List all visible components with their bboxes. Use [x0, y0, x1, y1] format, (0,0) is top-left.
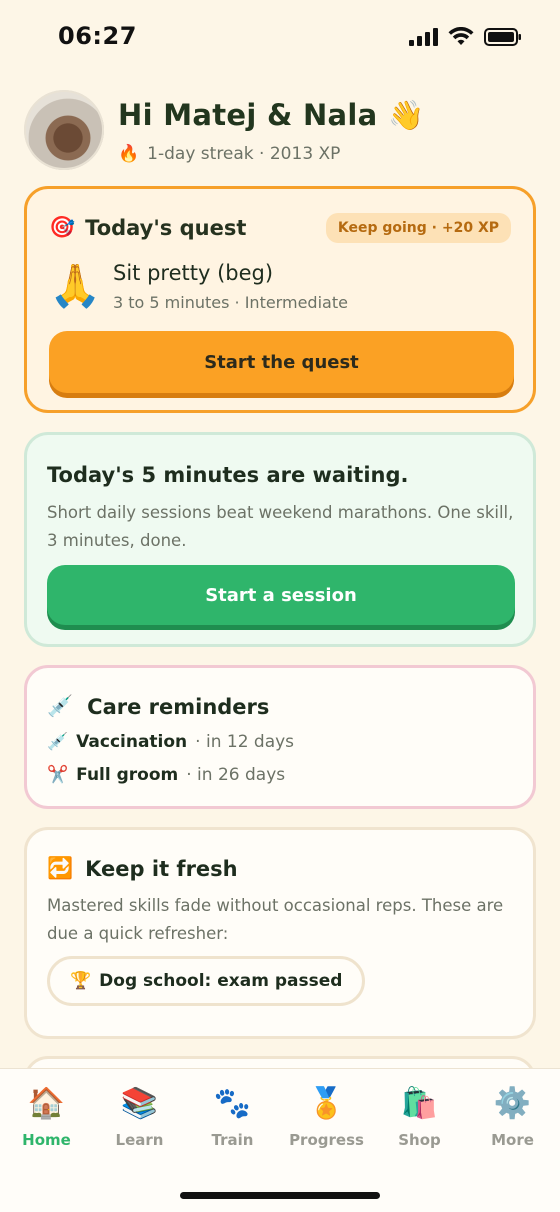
xp-badge: Keep going · +20 XP: [325, 213, 511, 243]
status-time: 06:27: [58, 22, 137, 50]
streak-line: 🔥 1-day streak · 2013 XP: [118, 144, 340, 164]
care-item-due: · in 12 days: [195, 732, 295, 752]
house-icon: 🏠: [27, 1086, 66, 1121]
syringe-icon: 💉: [47, 732, 69, 752]
repeat-icon: 🔁: [47, 856, 74, 880]
wifi-icon: [448, 27, 474, 45]
cellular-signal-icon: [409, 28, 438, 46]
trophy-icon: 🏆: [70, 971, 92, 991]
syringe-icon: 💉: [47, 694, 74, 718]
profile-header: Hi Matej & Nala 👋 🔥 1-day streak · 2013 …: [24, 90, 536, 172]
tab-label: Shop: [398, 1131, 441, 1149]
session-title: Today's 5 minutes are waiting.: [47, 463, 409, 487]
bottom-tab-bar: 🏠 Home 📚 Learn 🐾 Train 🏅 Progress 🛍️ Sho…: [0, 1068, 560, 1212]
session-description: Short daily sessions beat weekend marath…: [47, 503, 514, 550]
greeting: Hi Matej & Nala 👋: [118, 98, 424, 133]
target-icon: 🎯: [49, 215, 76, 239]
session-card: Today's 5 minutes are waiting. Short dai…: [24, 432, 536, 647]
home-indicator[interactable]: [180, 1192, 380, 1199]
status-bar: 06:27: [0, 0, 560, 76]
care-item-name: Full groom: [76, 765, 179, 785]
status-icons: [409, 27, 522, 47]
refresher-skill-pill[interactable]: 🏆 Dog school: exam passed: [47, 956, 366, 1006]
streak-text: 1-day streak · 2013 XP: [147, 144, 341, 164]
tab-progress[interactable]: 🏅 Progress: [280, 1085, 373, 1149]
quest-heading: Today's quest: [85, 215, 247, 240]
tab-label: Home: [22, 1131, 71, 1149]
gear-icon: ⚙️: [493, 1086, 532, 1121]
quest-meta: 3 to 5 minutes · Intermediate: [113, 293, 348, 312]
tab-shop[interactable]: 🛍️ Shop: [373, 1085, 466, 1149]
scissors-icon: ✂️: [47, 765, 69, 785]
tab-label: More: [491, 1131, 534, 1149]
screen: 06:27 Hi Matej & Nala 👋 🔥 1-day streak ·…: [0, 0, 560, 1212]
tab-home[interactable]: 🏠 Home: [0, 1085, 93, 1149]
care-heading: Care reminders: [87, 694, 270, 719]
start-session-button[interactable]: Start a session: [47, 565, 515, 625]
fresh-heading: Keep it fresh: [85, 856, 238, 881]
keep-it-fresh-card: 🔁 Keep it fresh Mastered skills fade wit…: [24, 827, 536, 1039]
start-quest-button[interactable]: Start the quest: [49, 331, 514, 393]
books-icon: 📚: [120, 1086, 159, 1121]
todays-quest-card: 🎯 Today's quest Keep going · +20 XP 🙏 Si…: [24, 186, 536, 413]
quest-skill-title: Sit pretty (beg): [113, 261, 274, 285]
fresh-description: Mastered skills fade without occasional …: [47, 896, 504, 943]
tab-label: Learn: [115, 1131, 164, 1149]
care-item-name: Vaccination: [76, 732, 188, 752]
care-item-due: · in 26 days: [186, 765, 286, 785]
tab-train[interactable]: 🐾 Train: [186, 1085, 279, 1149]
fire-icon: 🔥: [118, 144, 140, 164]
battery-icon: [484, 28, 521, 46]
tab-label: Train: [211, 1131, 254, 1149]
care-item-vaccination[interactable]: 💉 Vaccination · in 12 days: [47, 732, 294, 752]
avatar[interactable]: [24, 90, 104, 170]
quest-header: 🎯 Today's quest: [49, 215, 246, 240]
medal-icon: 🏅: [307, 1086, 346, 1121]
waving-hand-icon: 👋: [387, 98, 425, 132]
greeting-text: Hi Matej & Nala: [118, 98, 378, 132]
shopping-bags-icon: 🛍️: [400, 1086, 439, 1121]
folded-hands-icon: 🙏: [49, 261, 102, 310]
tab-more[interactable]: ⚙️ More: [466, 1085, 559, 1149]
tab-label: Progress: [289, 1131, 364, 1149]
paw-prints-icon: 🐾: [213, 1086, 252, 1121]
tab-learn[interactable]: 📚 Learn: [93, 1085, 186, 1149]
care-header: 💉 Care reminders: [47, 694, 269, 719]
care-reminders-card[interactable]: 💉 Care reminders 💉 Vaccination · in 12 d…: [24, 665, 536, 809]
refresher-skill-label: Dog school: exam passed: [99, 971, 343, 991]
care-item-full-groom[interactable]: ✂️ Full groom · in 26 days: [47, 765, 285, 785]
fresh-header: 🔁 Keep it fresh: [47, 856, 238, 881]
